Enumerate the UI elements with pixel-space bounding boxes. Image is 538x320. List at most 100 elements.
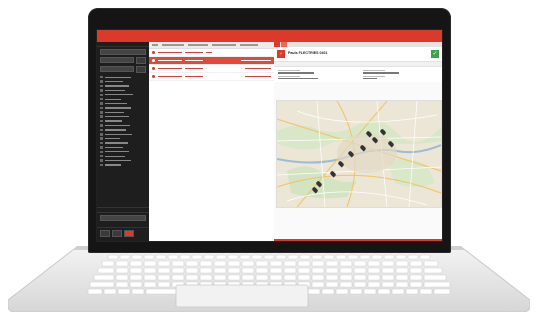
checkbox[interactable]	[100, 111, 103, 114]
column-header[interactable]	[162, 44, 184, 46]
field-label	[363, 75, 385, 77]
tree-item-label	[104, 107, 131, 109]
sidebar-row	[100, 57, 146, 64]
checkbox[interactable]	[100, 102, 103, 105]
sidebar-footer	[97, 207, 149, 239]
tree-item-label	[104, 138, 120, 140]
reset-button[interactable]	[100, 230, 110, 237]
detail-panel: ⚡ Pauls FLECTRIES 0401 ✓	[274, 42, 442, 241]
apply-button[interactable]	[112, 230, 122, 237]
checkbox[interactable]	[100, 141, 103, 145]
field-value	[363, 72, 399, 74]
tree-item-label	[104, 151, 129, 153]
sidebar-button[interactable]	[136, 57, 146, 64]
checkbox[interactable]	[100, 80, 103, 83]
list-row[interactable]	[149, 73, 274, 81]
cell	[241, 59, 271, 62]
tree-item-label	[104, 133, 132, 135]
cell	[158, 59, 182, 62]
tab-secondary[interactable]	[281, 42, 287, 47]
list-header	[149, 42, 274, 49]
list-row[interactable]	[149, 49, 274, 57]
sidebar-select[interactable]	[100, 66, 134, 72]
checkbox[interactable]	[100, 154, 103, 158]
category-tree	[100, 75, 146, 167]
checkbox[interactable]	[100, 146, 103, 149]
checkbox[interactable]	[100, 97, 103, 101]
list-row-selected[interactable]	[149, 57, 274, 65]
field-value	[278, 77, 318, 80]
tree-item-label	[104, 120, 122, 122]
tree-item-label	[104, 94, 133, 96]
cell	[206, 51, 212, 54]
field-label	[278, 75, 300, 77]
checkbox[interactable]	[100, 75, 103, 79]
tree-item-label	[104, 155, 125, 157]
field	[363, 75, 438, 80]
tree-item-label	[104, 129, 126, 131]
checkbox[interactable]	[100, 150, 103, 154]
field	[278, 70, 353, 74]
column-header[interactable]	[152, 44, 158, 46]
tree-item-label	[104, 124, 130, 127]
field-label	[278, 70, 300, 72]
check-icon[interactable]: ✓	[431, 50, 439, 58]
detail-header: ⚡ Pauls FLECTRIES 0401 ✓	[274, 47, 442, 62]
sidebar-section-header	[97, 223, 149, 228]
app-screen: ⚡ Pauls FLECTRIES 0401 ✓	[96, 29, 443, 242]
cell	[158, 51, 182, 54]
column-header[interactable]	[240, 44, 258, 46]
cell	[185, 59, 203, 62]
tree-item-label	[104, 98, 121, 100]
tree-item-label	[104, 159, 131, 162]
cell	[245, 75, 271, 78]
list-row[interactable]	[149, 65, 274, 73]
tree-item[interactable]	[100, 163, 146, 167]
checkbox[interactable]	[100, 133, 103, 136]
column-header[interactable]	[188, 44, 208, 46]
horizontal-scrollbar[interactable]	[274, 239, 442, 241]
field-value	[278, 72, 314, 74]
sidebar-search-field[interactable]	[100, 49, 146, 55]
cell	[158, 67, 182, 70]
checkbox[interactable]	[100, 93, 103, 96]
field	[278, 75, 353, 80]
checkbox[interactable]	[100, 115, 103, 118]
cell	[158, 75, 182, 78]
delete-button[interactable]	[124, 230, 134, 237]
column-header[interactable]	[212, 44, 236, 46]
tab-details[interactable]	[274, 42, 280, 47]
checkbox[interactable]	[100, 128, 103, 132]
tree-item-label	[104, 76, 131, 78]
cell	[185, 75, 203, 78]
checkbox[interactable]	[100, 163, 103, 167]
checkbox[interactable]	[100, 89, 103, 92]
results-list	[149, 42, 275, 241]
sidebar-button[interactable]	[136, 66, 146, 73]
detail-fields	[274, 67, 442, 83]
cell	[185, 67, 203, 70]
filter-sidebar	[97, 42, 149, 241]
tree-item-label	[104, 142, 128, 144]
tree-item-label	[104, 80, 123, 83]
checkbox[interactable]	[100, 84, 103, 88]
checkbox[interactable]	[100, 106, 103, 110]
detail-title: Pauls FLECTRIES 0401	[288, 51, 328, 56]
map-view[interactable]	[276, 100, 442, 208]
tree-item-label	[104, 116, 129, 118]
laptop-base	[8, 246, 530, 312]
laptop-mockup: ⚡ Pauls FLECTRIES 0401 ✓	[0, 0, 538, 320]
status-icon	[152, 51, 155, 54]
sidebar-field[interactable]	[100, 215, 146, 221]
tree-item-label	[104, 111, 124, 113]
field-value	[363, 77, 377, 80]
checkbox[interactable]	[100, 159, 103, 162]
checkbox[interactable]	[100, 119, 103, 123]
field-label	[363, 70, 385, 72]
checkbox[interactable]	[100, 124, 103, 127]
sidebar-select[interactable]	[100, 57, 134, 63]
checkbox[interactable]	[100, 137, 103, 140]
status-icon	[152, 67, 155, 70]
tree-item-label	[104, 89, 125, 92]
touchpad	[175, 284, 309, 308]
